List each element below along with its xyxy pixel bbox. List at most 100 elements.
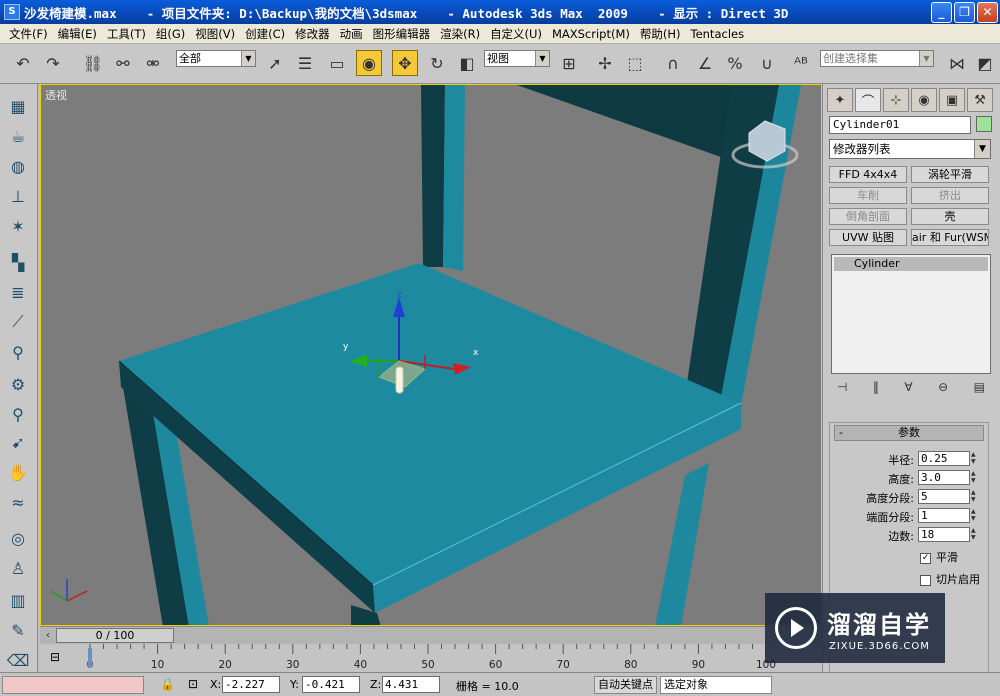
parameters-rollout-header[interactable]: - 参数	[834, 425, 984, 441]
biped-icon[interactable]: ♙	[6, 556, 30, 580]
undo-icon[interactable]: ↶	[10, 50, 36, 76]
spinner-snap-icon[interactable]: ∪	[754, 50, 780, 76]
menu-maxscript[interactable]: MAXScript(M)	[547, 27, 635, 41]
viewport-label[interactable]: 透视	[45, 87, 67, 103]
window-crossing-icon[interactable]: ◉	[356, 50, 382, 76]
height-input[interactable]: 3.0	[918, 470, 970, 485]
eraser-icon[interactable]: ⌫	[6, 648, 30, 672]
modifier-button-hair-fur[interactable]: air 和 Fur(WSM	[911, 229, 989, 246]
perspective-viewport[interactable]: z x y 透视	[40, 84, 822, 626]
create-tab-icon[interactable]: ✦	[827, 88, 853, 112]
mirror-icon[interactable]: ⋈	[944, 50, 970, 76]
align-icon[interactable]: ◩	[972, 50, 998, 76]
restore-button[interactable]: ❐	[954, 2, 975, 23]
select-and-link-icon[interactable]: ⛓	[80, 50, 106, 76]
hand-icon[interactable]: ✋	[6, 460, 30, 484]
y-coordinate-field[interactable]: -0.421	[302, 676, 360, 693]
smooth-checkbox[interactable]: ✓ 平滑	[920, 549, 1000, 564]
modifier-button-uvw-map[interactable]: UVW 贴图	[829, 229, 907, 246]
redo-icon[interactable]: ↷	[40, 50, 66, 76]
percent-snap-icon[interactable]: %	[722, 50, 748, 76]
named-selection-sets-dropdown[interactable]: 创建选择集 ▼	[820, 50, 934, 67]
height-segments-input[interactable]: 5	[918, 489, 970, 504]
minimize-button[interactable]: _	[931, 2, 952, 23]
menu-customize[interactable]: 自定义(U)	[485, 26, 547, 42]
lock-selection-icon[interactable]: 🔒	[160, 677, 175, 693]
time-slider-thumb[interactable]: 0 / 100	[56, 628, 174, 643]
modifier-button-bevel-profile[interactable]: 倒角剖面	[829, 208, 907, 225]
chevron-left-icon[interactable]: ‹	[41, 628, 55, 643]
magnifier-icon[interactable]: ⚲	[6, 340, 30, 364]
motion-tab-icon[interactable]: ◉	[911, 88, 937, 112]
spinner-icon[interactable]: ▲ ▼	[971, 527, 980, 542]
stack-item-cylinder[interactable]: Cylinder	[834, 257, 988, 271]
menu-file[interactable]: 文件(F)	[4, 26, 53, 42]
hierarchy-tab-icon[interactable]: ⊹	[883, 88, 909, 112]
spinner-icon[interactable]: ▲ ▼	[971, 451, 980, 466]
plane-icon[interactable]: ⊥	[6, 184, 30, 208]
modifier-button-ffd[interactable]: FFD 4x4x4	[829, 166, 907, 183]
slice-on-checkbox[interactable]: 切片启用	[920, 571, 1000, 586]
menu-animation[interactable]: 动画	[335, 26, 368, 42]
display-tab-icon[interactable]: ▣	[939, 88, 965, 112]
menu-create[interactable]: 创建(C)	[240, 26, 290, 42]
selection-set-dropdown[interactable]: 选定对象	[660, 676, 772, 694]
teapot-icon[interactable]: ☕	[6, 124, 30, 148]
star-icon[interactable]: ✶	[6, 214, 30, 238]
cloth-icon[interactable]: ▥	[6, 588, 30, 612]
menu-modifiers[interactable]: 修改器	[290, 26, 335, 42]
sides-input[interactable]: 18	[918, 527, 970, 542]
close-button[interactable]: ✕	[977, 2, 998, 23]
maxscript-listener-mini[interactable]	[2, 676, 144, 694]
layers-icon[interactable]: ≣	[6, 280, 30, 304]
select-and-rotate-icon[interactable]: ↻	[424, 50, 450, 76]
rectangular-selection-icon[interactable]: ▭	[324, 50, 350, 76]
remove-modifier-icon[interactable]: ⊖	[938, 380, 948, 398]
edit-named-selection-icon[interactable]: ᴬᴮ	[788, 50, 814, 76]
angle-snap-icon[interactable]: ∠	[692, 50, 718, 76]
menu-tools[interactable]: 工具(T)	[102, 26, 151, 42]
modifier-button-turbosmooth[interactable]: 涡轮平滑	[911, 166, 989, 183]
menu-edit[interactable]: 编辑(E)	[53, 26, 102, 42]
pin-icon[interactable]: ⚲	[6, 402, 30, 426]
selection-filter-dropdown[interactable]: 全部 ▼	[176, 50, 256, 67]
modify-tab-icon[interactable]: ⌒	[855, 88, 881, 112]
object-color-swatch[interactable]	[976, 116, 992, 132]
track-bar[interactable]: ⊟ 0102030405060708090100	[40, 644, 822, 672]
utilities-tab-icon[interactable]: ⚒	[967, 88, 993, 112]
keyboard-shortcut-override-icon[interactable]: ⬚	[622, 50, 648, 76]
modifier-button-shell[interactable]: 壳	[911, 208, 989, 225]
select-object-icon[interactable]: ➚	[262, 50, 288, 76]
menu-tentacles[interactable]: Tentacles	[686, 27, 750, 41]
unlink-icon[interactable]: ⚯	[110, 50, 136, 76]
select-and-scale-icon[interactable]: ◧	[454, 50, 480, 76]
make-unique-icon[interactable]: ∀	[904, 380, 912, 398]
spinner-icon[interactable]: ▲ ▼	[971, 508, 980, 523]
auto-key-button[interactable]: 自动关键点	[594, 676, 657, 694]
arrow-tool-icon[interactable]: ➹	[6, 430, 30, 454]
select-by-name-icon[interactable]: ☰	[292, 50, 318, 76]
brush-icon[interactable]: ✎	[6, 618, 30, 642]
menu-group[interactable]: 组(G)	[151, 26, 190, 42]
pin-stack-icon[interactable]: ⊣	[837, 380, 847, 398]
absolute-mode-icon[interactable]: ⊡	[188, 677, 202, 693]
cap-segments-input[interactable]: 1	[918, 508, 970, 523]
menu-graph-editors[interactable]: 图形编辑器	[368, 26, 436, 42]
tube-icon[interactable]: ⟋	[6, 310, 30, 334]
time-slider[interactable]: ‹ 0 / 100 ›	[40, 626, 822, 644]
select-and-move-icon[interactable]: ✥	[392, 50, 418, 76]
3dsmax-app-icon[interactable]: S	[4, 4, 20, 20]
box-primitive-icon[interactable]: ▦	[6, 94, 30, 118]
wave-icon[interactable]: ≈	[6, 490, 30, 514]
ring-icon[interactable]: ◎	[6, 526, 30, 550]
menu-rendering[interactable]: 渲染(R)	[435, 26, 485, 42]
menu-views[interactable]: 视图(V)	[190, 26, 240, 42]
x-coordinate-field[interactable]: -2.227	[222, 676, 280, 693]
snaps-toggle-icon[interactable]: ∩	[660, 50, 686, 76]
configure-sets-icon[interactable]: ▤	[974, 380, 985, 398]
modifier-button-lathe[interactable]: 车削	[829, 187, 907, 204]
pivot-center-icon[interactable]: ⊞	[556, 50, 582, 76]
menu-help[interactable]: 帮助(H)	[635, 26, 686, 42]
sphere-icon[interactable]: ◍	[6, 154, 30, 178]
spinner-icon[interactable]: ▲ ▼	[971, 489, 980, 504]
